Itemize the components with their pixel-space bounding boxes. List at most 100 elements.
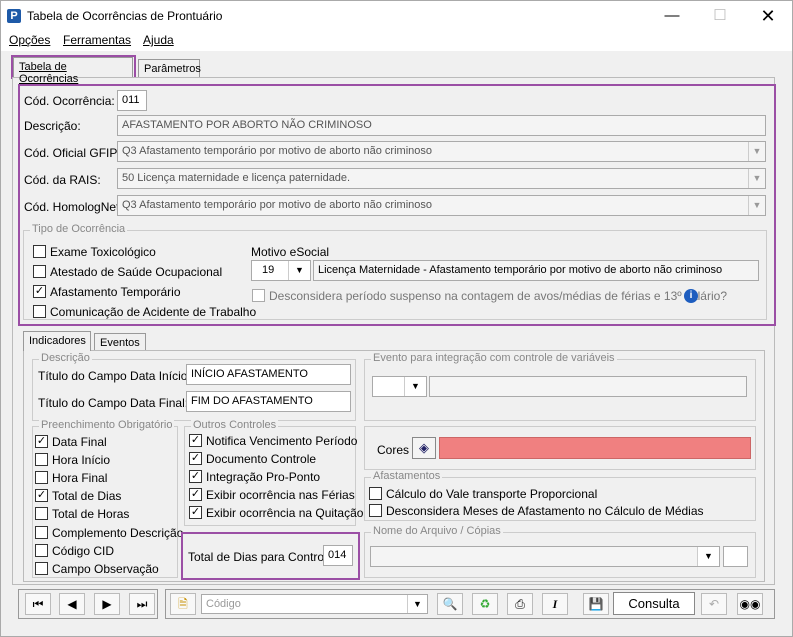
prev-record-icon[interactable]: ◀ — [59, 593, 85, 615]
chk-codigo-cid[interactable]: Código CID — [35, 544, 114, 558]
info-icon[interactable]: i — [684, 289, 698, 303]
chk-vale-transporte[interactable]: Cálculo do Vale transporte Proporcional — [369, 487, 597, 501]
chk-campo-observacao[interactable]: Campo Observação — [35, 562, 159, 576]
cores-label: Cores — [377, 443, 410, 457]
consulta-button[interactable]: Consulta — [613, 592, 695, 615]
checkbox-icon — [369, 487, 382, 500]
chk-exibir-ferias[interactable]: ✓ Exibir ocorrência nas Férias — [189, 488, 355, 502]
chk-total-dias[interactable]: ✓ Total de Dias — [35, 489, 121, 503]
chk-hora-final[interactable]: Hora Final — [35, 471, 107, 485]
close-button[interactable]: ✕ — [753, 6, 783, 26]
tab-indicadores[interactable]: Indicadores — [23, 331, 91, 351]
chk-integracao-ponto[interactable]: ✓ Integração Pro-Ponto — [189, 470, 320, 484]
chevron-down-icon[interactable]: ▼ — [407, 595, 427, 613]
new-document-icon[interactable]: 🗎 — [170, 593, 196, 615]
menu-ferramentas[interactable]: Ferramentas — [63, 33, 131, 47]
descricao-input[interactable]: AFASTAMENTO POR ABORTO NÃO CRIMINOSO — [117, 115, 766, 136]
chk-comunicacao-acidente[interactable]: Comunicação de Acidente de Trabalho — [33, 305, 256, 319]
chk-exame-toxicologico[interactable]: Exame Toxicológico — [33, 245, 156, 259]
checkmark-icon: ✓ — [35, 435, 48, 448]
chk-desconsidera-meses[interactable]: Desconsidera Meses de Afastamento no Cál… — [369, 504, 704, 518]
chk-label: Hora Final — [52, 471, 108, 485]
checkmark-icon: ✓ — [189, 434, 202, 447]
printer-icon[interactable]: ⎙ — [507, 593, 533, 615]
gfip-select[interactable]: Q3 Afastamento temporário por motivo de … — [117, 141, 766, 162]
search-code-select[interactable]: Código ▼ — [201, 594, 428, 614]
checkbox-icon — [35, 526, 48, 539]
chk-notifica-vencimento[interactable]: ✓ Notifica Vencimento Período — [189, 434, 357, 448]
chk-complemento-descricao[interactable]: Complemento Descrição — [35, 526, 183, 540]
chk-total-horas[interactable]: Total de Horas — [35, 507, 129, 521]
chevron-down-icon[interactable]: ▼ — [748, 142, 765, 161]
find-record-icon[interactable]: 🔍 — [437, 593, 463, 615]
window-title: Tabela de Ocorrências de Prontuário — [27, 9, 223, 23]
total-dias-input[interactable]: 014 — [323, 545, 353, 566]
homolognet-label: Cód. HomologNet: — [24, 200, 123, 214]
tab-parametros[interactable]: Parâmetros — [138, 59, 201, 77]
menu-opcoes[interactable]: Opções — [9, 33, 50, 47]
next-record-icon[interactable]: ▶ — [94, 593, 120, 615]
chevron-down-icon[interactable]: ▼ — [697, 547, 719, 566]
menu-bar: Opções Ferramentas Ajuda — [1, 31, 792, 51]
italic-icon[interactable]: I — [542, 593, 568, 615]
checkbox-icon — [252, 289, 265, 302]
homolognet-select[interactable]: Q3 Afastamento temporário por motivo de … — [117, 195, 766, 216]
chk-desconsidera-periodo[interactable]: Desconsidera período suspenso na contage… — [252, 289, 727, 303]
binoculars-icon[interactable]: ◉◉ — [737, 593, 763, 615]
checkbox-icon — [35, 562, 48, 575]
evento-select[interactable]: ▼ — [372, 376, 427, 397]
chevron-down-icon[interactable]: ▼ — [748, 196, 765, 215]
checkmark-icon: ✓ — [35, 489, 48, 502]
last-record-icon[interactable]: ⏭ — [129, 593, 155, 615]
chk-afastamento-temporario[interactable]: ✓ Afastamento Temporário — [33, 285, 181, 299]
tab-label: Eventos — [100, 337, 140, 349]
chk-label: Total de Dias — [52, 489, 122, 503]
cod-ocorrencia-input[interactable]: 011 — [117, 90, 147, 111]
title-bar: P Tabela de Ocorrências de Prontuário — … — [1, 1, 792, 31]
tab-tabela-ocorrencias[interactable]: Tabela de Ocorrências — [13, 57, 133, 85]
maximize-button[interactable]: ☐ — [705, 6, 735, 26]
checkmark-icon: ✓ — [189, 452, 202, 465]
arquivo-select[interactable]: ▼ — [370, 546, 720, 567]
recycle-icon[interactable]: ♻ — [472, 593, 498, 615]
tab-label: Parâmetros — [144, 63, 201, 75]
inicio-input[interactable]: INÍCIO AFASTAMENTO — [186, 364, 351, 385]
chk-hora-inicio[interactable]: Hora Início — [35, 453, 110, 467]
checkbox-icon — [33, 305, 46, 318]
cod-ocorrencia-label: Cód. Ocorrência: — [24, 94, 115, 108]
preenchimento-title: Preenchimento Obrigatório — [39, 419, 175, 431]
checkmark-icon: ✓ — [189, 470, 202, 483]
chk-label: Comunicação de Acidente de Trabalho — [50, 305, 257, 319]
gfip-label: Cód. Oficial GFIP: — [24, 146, 121, 160]
rais-select[interactable]: 50 Licença maternidade e licença paterni… — [117, 168, 766, 189]
tab-label: Indicadores — [29, 335, 86, 347]
final-input[interactable]: FIM DO AFASTAMENTO — [186, 391, 351, 412]
chk-atestado-saude[interactable]: Atestado de Saúde Ocupacional — [33, 265, 222, 279]
chk-data-final[interactable]: ✓ Data Final — [35, 435, 107, 449]
menu-ajuda[interactable]: Ajuda — [143, 33, 174, 47]
chk-label: Hora Início — [52, 453, 111, 467]
chk-label: Atestado de Saúde Ocupacional — [50, 265, 223, 279]
chevron-down-icon[interactable]: ▼ — [748, 169, 765, 188]
copias-input[interactable] — [723, 546, 748, 567]
minimize-button[interactable]: — — [657, 6, 687, 26]
paint-bucket-icon[interactable]: ◈ — [412, 437, 436, 459]
homolognet-value: Q3 Afastamento temporário por motivo de … — [122, 199, 432, 211]
search-placeholder: Código — [206, 598, 241, 610]
chk-exibir-quitacao[interactable]: ✓ Exibir ocorrência na Quitação — [189, 506, 363, 520]
tab-eventos[interactable]: Eventos — [94, 333, 146, 351]
undo-icon[interactable]: ↶ — [701, 593, 727, 615]
chevron-down-icon[interactable]: ▼ — [404, 377, 426, 396]
first-record-icon[interactable]: ⏮ — [25, 593, 51, 615]
color-swatch[interactable] — [439, 437, 751, 459]
chk-label: Exibir ocorrência nas Férias — [206, 488, 355, 502]
chk-documento-controle[interactable]: ✓ Documento Controle — [189, 452, 316, 466]
checkbox-icon — [35, 453, 48, 466]
rais-label: Cód. da RAIS: — [24, 173, 101, 187]
main-window: P Tabela de Ocorrências de Prontuário — … — [0, 0, 793, 637]
chevron-down-icon[interactable]: ▼ — [288, 261, 310, 280]
motivo-code-select[interactable]: 19 ▼ — [251, 260, 311, 281]
descricao-group-title: Descrição — [39, 352, 92, 364]
chk-label: Exame Toxicológico — [50, 245, 156, 259]
save-icon[interactable]: 💾 — [583, 593, 609, 615]
